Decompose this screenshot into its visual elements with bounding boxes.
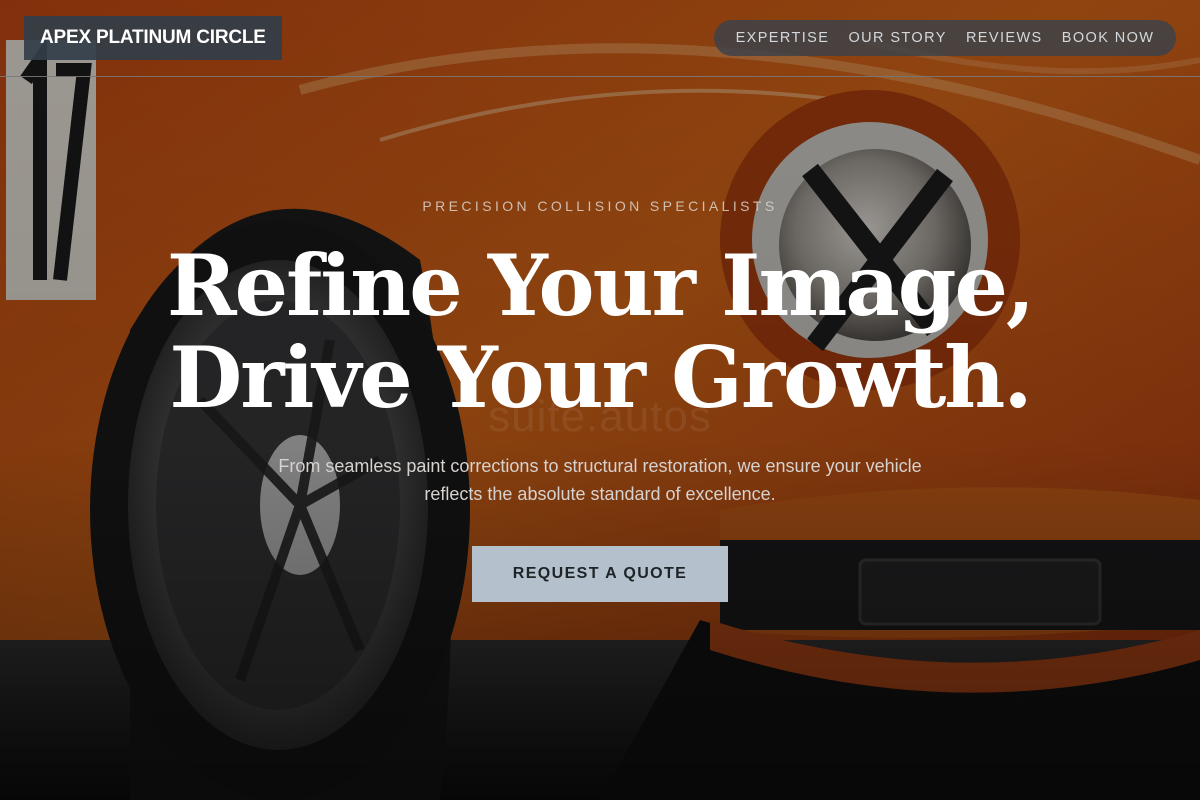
hero-subtitle: From seamless paint corrections to struc… [278,456,922,504]
hero-headline-line-1: Refine Your Image, [166,236,1035,335]
hero-section: APEX PLATINUM CIRCLE EXPERTISE OUR STORY… [0,0,1200,800]
request-quote-button[interactable]: REQUEST A QUOTE [472,546,728,602]
hero-eyebrow: PRECISION COLLISION SPECIALISTS [422,198,778,214]
watermark-text: suite.autos [488,392,712,441]
hero-content: PRECISION COLLISION SPECIALISTS Refine Y… [0,0,1200,800]
